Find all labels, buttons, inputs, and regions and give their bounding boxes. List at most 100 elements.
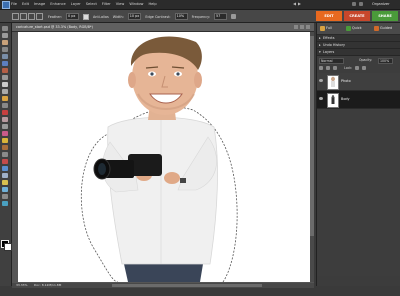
selection-mode-icons[interactable] [12,13,44,20]
menu-select[interactable]: Select [86,2,97,6]
undo-redo-icon[interactable] [292,2,302,6]
layer-name[interactable]: Body [341,97,350,101]
pencil-tool-icon[interactable] [2,138,8,143]
layers-section-header[interactable]: ▾ Layers [317,49,400,56]
edge-contrast-label: Edge Contrast: [145,14,171,19]
eraser-tool-icon[interactable] [2,131,8,136]
crop-tool-icon[interactable] [2,89,8,94]
spot-healing-tool-icon[interactable] [2,117,8,122]
delete-layer-icon[interactable] [333,65,337,70]
menu-file[interactable]: File [11,2,17,6]
menu-image[interactable]: Image [34,2,45,6]
red-eye-tool-icon[interactable] [2,110,8,115]
help-icon[interactable] [352,2,356,6]
layers-panel: Normal Opacity: 100% Lock: Photo Body [317,56,400,276]
zoom-tool-icon[interactable] [2,33,8,38]
tab-guided-label: Guided [380,26,393,30]
minimize-icon[interactable] [294,25,298,29]
hand-tool-icon[interactable] [2,40,8,45]
maximize-icon[interactable] [300,25,304,29]
type-tool-icon[interactable] [2,82,8,87]
vertical-scrollbar[interactable] [310,32,314,282]
menu-help[interactable]: Help [148,2,156,6]
menu-edit[interactable]: Edit [22,2,29,6]
scroll-thumb[interactable] [310,36,314,236]
antialias-label: Anti-alias [92,14,109,19]
background-color-swatch[interactable] [4,243,12,251]
opacity-input[interactable]: 100% [378,58,393,64]
menu-enhance[interactable]: Enhance [50,2,66,6]
sponge-tool-icon[interactable] [2,180,8,185]
lock-transparency-icon[interactable] [355,65,360,70]
layer-thumbnail [327,75,339,90]
antialias-checkbox[interactable] [82,13,89,20]
tab-edit[interactable]: EDIT [316,11,342,21]
organizer-button[interactable]: Organizer [372,2,390,6]
width-input[interactable]: 10 px [127,13,142,20]
guided-edit-icon [374,26,379,31]
tab-guided[interactable]: Guided [373,25,392,32]
tab-create[interactable]: CREATE [344,11,370,21]
app-logo-icon [2,1,10,9]
eyedropper-tool-icon[interactable] [2,47,8,52]
shape-tool-icon[interactable] [2,166,8,171]
menu-layer[interactable]: Layer [71,2,81,6]
brush-tool-icon[interactable] [2,145,8,150]
cookie-cutter-tool-icon[interactable] [2,96,8,101]
lasso-tool-icon[interactable] [2,61,8,66]
caricature-photo [80,36,238,282]
paint-bucket-tool-icon[interactable] [2,152,8,157]
layer-row-photo[interactable]: Photo [317,73,400,91]
selection-brush-tool-icon[interactable] [2,75,8,80]
layer-name[interactable]: Photo [341,79,351,83]
full-edit-icon [320,26,325,31]
magic-wand-tool-icon[interactable] [2,68,8,73]
collapse-arrow-icon: ▸ [319,36,321,40]
undo-history-label: Undo History [323,43,345,47]
smart-brush-tool-icon[interactable] [2,187,8,192]
clone-stamp-tool-icon[interactable] [2,124,8,129]
tab-quick-label: Quick [352,26,362,30]
window-icons [352,2,363,6]
straighten-tool-icon[interactable] [2,103,8,108]
feather-input[interactable]: 0 px [65,13,79,20]
effects-section-header[interactable]: ▸ Effects [317,35,400,42]
lock-all-icon[interactable] [362,65,367,70]
tab-quick[interactable]: Quick [345,25,362,32]
status-bar: 33.33% Doc: 8.12M/11.8M [12,283,314,288]
search-icon[interactable] [359,2,363,6]
pen-pressure-icon[interactable] [231,14,236,19]
close-icon[interactable] [306,25,310,29]
move-tool-icon[interactable] [2,26,8,31]
undo-history-section-header[interactable]: ▸ Undo History [317,42,400,49]
tab-share[interactable]: SHARE [372,11,398,21]
panel-bin: Full Quick Guided ▸ Effects ▸ Undo Histo… [316,23,400,286]
detail-brush-tool-icon[interactable] [2,194,8,199]
edge-contrast-input[interactable]: 10% [174,13,188,20]
layer-row-body[interactable]: Body [317,91,400,109]
marquee-tool-icon[interactable] [2,54,8,59]
visibility-eye-icon[interactable] [319,97,323,100]
layer-thumbnail [327,93,339,108]
panel-mode-tabs: Full Quick Guided [317,23,400,35]
adjustment-layer-icon[interactable] [326,65,330,70]
visibility-eye-icon[interactable] [319,79,323,82]
collapse-arrow-icon: ▸ [319,43,321,47]
quick-edit-icon [346,26,351,31]
menu-view[interactable]: View [116,2,125,6]
recompose-tool-icon[interactable] [2,201,8,206]
blur-tool-icon[interactable] [2,173,8,178]
effects-label: Effects [323,36,335,40]
horizontal-scrollbar[interactable] [112,284,262,287]
menu-filter[interactable]: Filter [102,2,111,6]
opacity-label: Opacity: [359,58,373,62]
frequency-input[interactable]: 57 [214,13,227,20]
menu-window[interactable]: Window [129,2,143,6]
image-canvas[interactable] [18,32,310,282]
tab-full[interactable]: Full [319,25,332,32]
blend-mode-select[interactable]: Normal [319,58,344,64]
gradient-tool-icon[interactable] [2,159,8,164]
zoom-level[interactable]: 33.33% [16,283,27,288]
feather-label: Feather: [48,14,62,19]
new-layer-icon[interactable] [319,65,323,70]
